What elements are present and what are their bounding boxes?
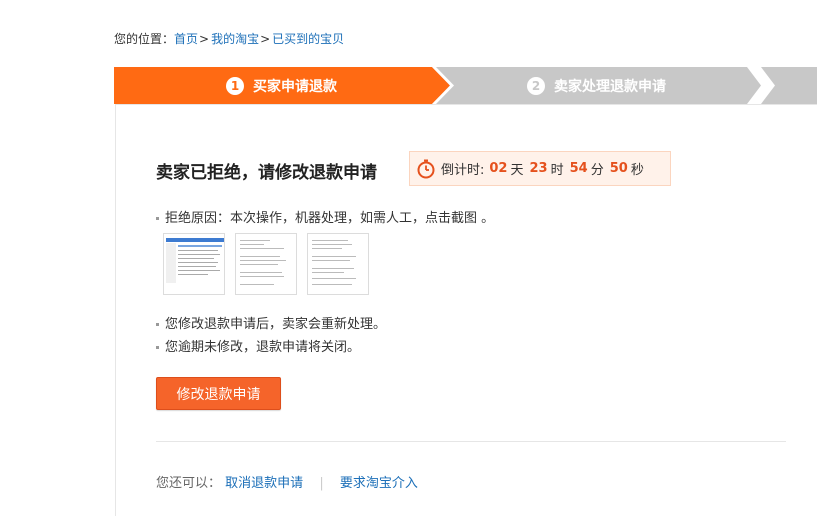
note-line-2: 您逾期未修改，退款申请将关闭。 [156,336,360,355]
modify-refund-button[interactable]: 修改退款申请 [156,377,281,410]
note-line-1: 您修改退款申请后，卖家会重新处理。 [156,313,386,332]
breadcrumb: 您的位置：首页> 我的淘宝> 已买到的宝贝 [114,30,344,47]
breadcrumb-separator: > [260,32,271,46]
footer-actions: 您还可以： 取消退款申请 | 要求淘宝介入 [156,472,418,491]
footer-separator: | [319,476,324,491]
step-progress-bar: 1 买家申请退款 2 卖家处理退款申请 [114,67,817,104]
breadcrumb-home-link[interactable]: 首页 [174,32,198,46]
screenshot-image [312,240,356,285]
reject-reason: 拒绝原因：本次操作，机器处理，如需人工，点击截图 。 [156,207,494,226]
status-title: 卖家已拒绝，请修改退款申请 [156,163,377,183]
breadcrumb-bought-items-link[interactable]: 已买到的宝贝 [272,32,344,46]
step-2-number-icon: 2 [527,76,545,95]
breadcrumb-prefix: 您的位置： [114,32,175,46]
divider [156,441,786,442]
countdown-label: 倒计时: [441,163,485,178]
bullet-icon [156,346,159,349]
screenshot-thumbnail-3[interactable] [307,233,369,295]
stopwatch-icon [417,159,435,178]
screenshot-image [166,238,224,283]
step-1-buyer-request: 1 买家申请退款 [226,67,337,104]
screenshot-thumbnail-2[interactable] [235,233,297,295]
countdown-hours: 23 [529,161,548,176]
countdown-hours-unit: 时 [550,163,564,178]
screenshot-thumbnail-1[interactable] [163,233,225,295]
countdown-seconds-unit: 秒 [630,163,644,178]
request-intervention-link[interactable]: 要求淘宝介入 [340,476,418,491]
step-1-label: 买家申请退款 [253,78,337,95]
screenshot-image [240,240,286,285]
step-2-seller-process: 2 卖家处理退款申请 [527,67,666,104]
breadcrumb-separator: > [199,32,210,46]
countdown-minutes: 54 [569,161,588,176]
reject-reason-text: 拒绝原因：本次操作，机器处理，如需人工，点击截图 。 [165,211,495,226]
countdown-box: 倒计时: 02 天 23 时 54 分 50 秒 [409,151,671,186]
step-progress-background [114,67,817,104]
note-text-1: 您修改退款申请后，卖家会重新处理。 [165,317,387,332]
step-2-label: 卖家处理退款申请 [554,78,666,95]
countdown-days: 02 [489,161,508,176]
bullet-icon [156,217,159,220]
countdown-days-unit: 天 [510,163,524,178]
bullet-icon [156,323,159,326]
cancel-refund-link[interactable]: 取消退款申请 [225,476,303,491]
note-text-2: 您逾期未修改，退款申请将关闭。 [165,340,361,355]
countdown-minutes-unit: 分 [590,163,604,178]
step-1-number-icon: 1 [226,76,244,95]
countdown-seconds: 50 [609,161,628,176]
breadcrumb-my-taobao-link[interactable]: 我的淘宝 [211,32,259,46]
footer-prefix: 您还可以： [156,476,222,491]
